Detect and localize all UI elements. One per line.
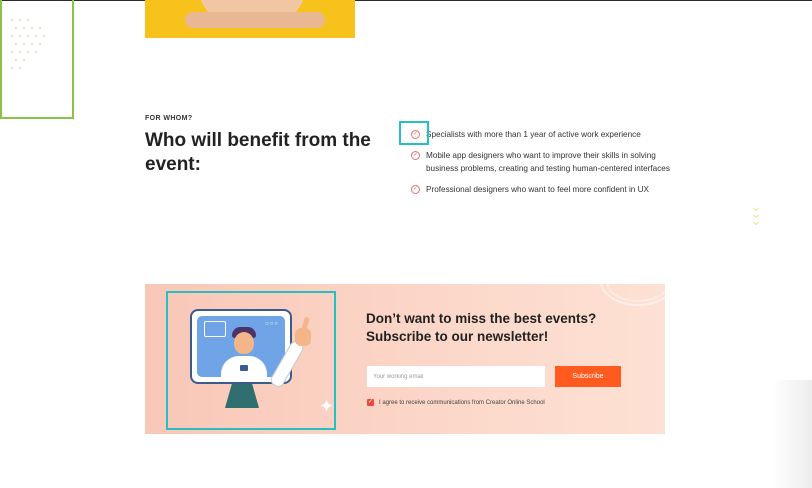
check-circle-icon: ✓	[411, 151, 420, 160]
profile-card-icon	[204, 321, 226, 337]
decorative-ring	[607, 266, 669, 302]
newsletter-title: Don’t want to miss the best events? Subs…	[366, 311, 597, 344]
dot-pattern-icon	[10, 18, 46, 70]
benefit-item: ✓ Specialists with more than 1 year of a…	[411, 128, 671, 141]
consent-checkbox-row[interactable]: ✓ I agree to receive communications from…	[367, 399, 545, 406]
subscribe-button[interactable]: Subscribe	[555, 366, 621, 387]
benefits-list: ✓ Specialists with more than 1 year of a…	[411, 128, 671, 196]
section-eyebrow: FOR WHOM?	[145, 115, 193, 122]
benefit-item: ✓ Professional designers who want to fee…	[411, 183, 671, 196]
camera-icon	[240, 365, 248, 371]
hero-arms	[185, 12, 325, 28]
newsletter-banner: ○○○ ✦ Don’t want to miss the best events…	[145, 256, 676, 434]
scroll-shadow	[772, 380, 812, 488]
benefit-text: Mobile app designers who want to improve…	[426, 151, 670, 173]
email-input[interactable]	[367, 366, 545, 387]
top-divider	[0, 0, 812, 1]
section-heading: Who will benefit from the event:	[145, 130, 371, 175]
checkbox-checked-icon[interactable]: ✓	[367, 399, 374, 406]
window-dots-icon: ○○○	[265, 321, 279, 327]
benefit-text: Specialists with more than 1 year of act…	[426, 130, 641, 139]
person-head	[234, 332, 254, 354]
consent-label: I agree to receive communications from C…	[379, 399, 545, 406]
check-circle-icon: ✓	[411, 185, 420, 194]
benefit-item: ✓ Mobile app designers who want to impro…	[411, 149, 671, 175]
decorative-corner-frame	[0, 0, 74, 119]
video-call-screen: ○○○	[197, 316, 285, 380]
sparkle-icon: ✦	[319, 396, 335, 416]
benefit-text: Professional designers who want to feel …	[426, 185, 650, 194]
hero-image	[145, 0, 355, 38]
selection-highlight	[399, 121, 429, 145]
chevron-down-icon: ⌄ ⌄ ⌄	[750, 198, 762, 228]
